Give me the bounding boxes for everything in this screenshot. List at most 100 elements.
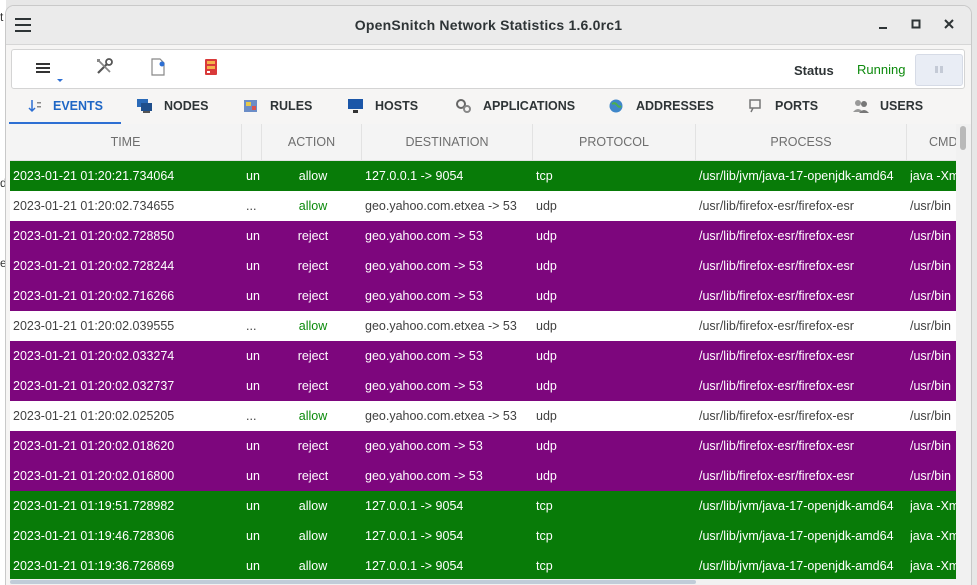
- column-header-cmd[interactable]: CMD: [907, 124, 956, 160]
- start-stop-button[interactable]: [915, 54, 963, 86]
- cell-process: /usr/lib/firefox-esr/firefox-esr: [699, 349, 854, 363]
- cell-action: allow: [298, 319, 328, 333]
- applications-icon: [455, 98, 473, 114]
- cell-node: un: [246, 349, 260, 363]
- cell-destination: geo.yahoo.com -> 53: [365, 349, 483, 363]
- cell-time: 2023-01-21 01:20:02.025205: [13, 409, 175, 423]
- table-row[interactable]: 2023-01-21 01:20:02.728244 un reject geo.ya…: [10, 251, 956, 281]
- cell-process: /usr/lib/firefox-esr/firefox-esr: [699, 199, 854, 213]
- cell-process: /usr/lib/firefox-esr/firefox-esr: [699, 409, 854, 423]
- cell-protocol: udp: [536, 319, 557, 333]
- table-row[interactable]: 2023-01-21 01:20:02.039555... allow geo.ya…: [10, 311, 956, 341]
- events-icon: [27, 98, 43, 114]
- column-header-time[interactable]: TIME: [10, 124, 242, 160]
- firewall-icon: [205, 59, 217, 75]
- cell-cmd: java -Xm: [910, 559, 956, 573]
- cell-process: /usr/lib/firefox-esr/firefox-esr: [699, 439, 854, 453]
- window-title: OpenSnitch Network Statistics 1.6.0rc1: [354, 17, 623, 33]
- column-header-process[interactable]: PROCESS: [696, 124, 907, 160]
- tab-addresses[interactable]: ADDRESSES: [608, 90, 714, 122]
- cell-node: un: [246, 379, 260, 393]
- cell-action: reject: [297, 439, 329, 453]
- tab-applications[interactable]: APPLICATIONS: [455, 90, 575, 122]
- table-row[interactable]: 2023-01-21 01:20:02.025205... allow geo.ya…: [10, 401, 956, 431]
- table-row[interactable]: 2023-01-21 01:19:36.726869 un allow 127.0.0…: [10, 551, 956, 581]
- maximize-icon[interactable]: [906, 15, 926, 35]
- tab-label: ADDRESSES: [636, 99, 714, 113]
- cell-cmd: /usr/bin: [910, 319, 951, 333]
- horizontal-scrollbar[interactable]: [10, 579, 956, 585]
- cell-action: reject: [297, 379, 329, 393]
- vertical-scrollbar[interactable]: [956, 124, 971, 585]
- table-row[interactable]: 2023-01-21 01:20:02.018620 un reject geo.ya…: [10, 431, 956, 461]
- minimize-icon[interactable]: [873, 15, 893, 35]
- cell-node: un: [246, 439, 260, 453]
- cell-cmd: /usr/bin: [910, 379, 951, 393]
- scrollbar-thumb[interactable]: [10, 580, 696, 584]
- cell-action: allow: [298, 199, 328, 213]
- cell-destination: geo.yahoo.com -> 53: [365, 439, 483, 453]
- new-rule-button[interactable]: [148, 56, 174, 82]
- cell-time: 2023-01-21 01:20:21.734064: [13, 169, 175, 183]
- toolbar: Status Running: [11, 49, 965, 89]
- table-row[interactable]: 2023-01-21 01:20:02.716266 un reject geo.ya…: [10, 281, 956, 311]
- firewall-button[interactable]: [201, 56, 227, 82]
- column-header-node[interactable]: [242, 124, 262, 160]
- cell-time: 2023-01-21 01:19:36.726869: [13, 559, 175, 573]
- cell-process: /usr/lib/firefox-esr/firefox-esr: [699, 229, 854, 243]
- tab-nodes[interactable]: NODES: [136, 90, 208, 122]
- column-header-destination[interactable]: DESTINATION: [362, 124, 533, 160]
- cell-node: un: [246, 289, 260, 303]
- cell-destination: geo.yahoo.com -> 53: [365, 289, 483, 303]
- cell-action: reject: [297, 289, 329, 303]
- tab-rules[interactable]: RULES: [242, 90, 312, 122]
- table-row[interactable]: 2023-01-21 01:19:51.728982 un allow 127.0.0…: [10, 491, 956, 521]
- cell-action: allow: [298, 499, 328, 513]
- cell-process: /usr/lib/jvm/java-17-openjdk-amd64: [699, 559, 894, 573]
- cell-node: un: [246, 559, 260, 573]
- tab-hosts[interactable]: HOSTS: [347, 90, 418, 122]
- cell-destination: 127.0.0.1 -> 9054: [365, 529, 464, 543]
- cell-protocol: udp: [536, 349, 557, 363]
- close-icon[interactable]: [939, 15, 959, 35]
- cell-action: reject: [297, 229, 329, 243]
- cell-protocol: tcp: [536, 169, 553, 183]
- cell-action: reject: [297, 349, 329, 363]
- title-bar: OpenSnitch Network Statistics 1.6.0rc1: [6, 6, 971, 45]
- table-row[interactable]: 2023-01-21 01:20:02.734655... allow geo.ya…: [10, 191, 956, 221]
- column-header-action[interactable]: ACTION: [262, 124, 362, 160]
- cell-protocol: udp: [536, 259, 557, 273]
- cell-cmd: /usr/bin: [910, 259, 951, 273]
- cell-process: /usr/lib/jvm/java-17-openjdk-amd64: [699, 499, 894, 513]
- tab-ports[interactable]: PORTS: [747, 90, 818, 122]
- table-row[interactable]: 2023-01-21 01:20:02.728850 un reject geo.ya…: [10, 221, 956, 251]
- cell-time: 2023-01-21 01:20:02.018620: [13, 439, 175, 453]
- cell-node: un: [246, 229, 260, 243]
- preferences-button[interactable]: [94, 56, 120, 82]
- column-header-protocol[interactable]: PROTOCOL: [533, 124, 696, 160]
- nodes-icon: [136, 98, 154, 114]
- tab-label: NODES: [164, 99, 209, 113]
- cell-action: reject: [297, 259, 329, 273]
- menu-dropdown-button[interactable]: [34, 56, 63, 82]
- table-row[interactable]: 2023-01-21 01:19:46.728306 un allow 127.0.0…: [10, 521, 956, 551]
- table-row[interactable]: 2023-01-21 01:20:02.032737 un reject geo.ya…: [10, 371, 956, 401]
- events-table: TIME ACTION DESTINATION PROTOCOL PROCESS…: [10, 124, 956, 585]
- cell-cmd: java -Xm: [910, 529, 956, 543]
- scrollbar-thumb[interactable]: [960, 126, 966, 150]
- cell-node: un: [246, 469, 260, 483]
- table-row[interactable]: 2023-01-21 01:20:02.033274 un reject geo.ya…: [10, 341, 956, 371]
- tab-users[interactable]: USERS: [852, 90, 923, 122]
- table-row[interactable]: 2023-01-21 01:20:21.734064 un allow 127.0.0…: [10, 161, 956, 191]
- tools-icon: [97, 58, 113, 74]
- cell-action: allow: [298, 409, 328, 423]
- table-row[interactable]: 2023-01-21 01:20:02.016800 un reject geo.ya…: [10, 461, 956, 491]
- cell-protocol: tcp: [536, 559, 553, 573]
- cell-destination: geo.yahoo.com -> 53: [365, 379, 483, 393]
- cell-node: ...: [246, 409, 257, 423]
- cell-protocol: udp: [536, 229, 557, 243]
- tab-events[interactable]: EVENTS: [9, 90, 121, 124]
- tab-label: EVENTS: [52, 99, 103, 113]
- cell-cmd: /usr/bin: [910, 199, 951, 213]
- cell-process: /usr/lib/jvm/java-17-openjdk-amd64: [699, 169, 894, 183]
